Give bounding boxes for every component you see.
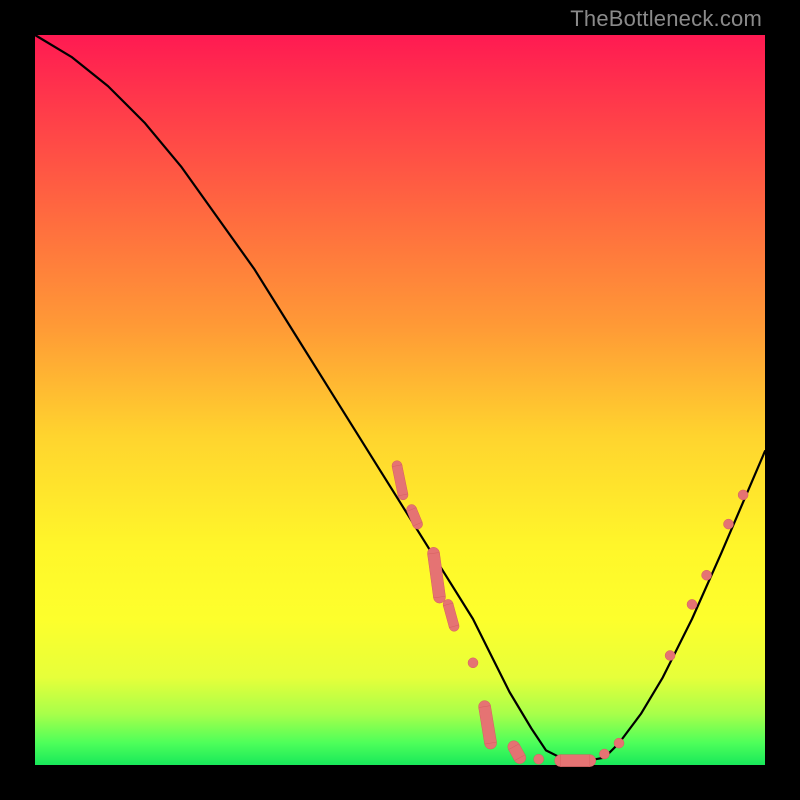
marker-dot — [599, 749, 609, 759]
marker-pill — [407, 508, 422, 526]
marker-pill — [479, 706, 497, 744]
marker-dot — [534, 754, 544, 764]
marker-dot — [702, 570, 712, 580]
marker-dot — [468, 658, 478, 668]
marker-pill — [561, 755, 590, 767]
marker-pill — [428, 552, 446, 597]
marker-dot — [614, 738, 624, 748]
marker-pill — [443, 603, 459, 628]
chart-overlay — [35, 35, 765, 765]
marker-pill — [392, 465, 408, 496]
bottleneck-curve — [35, 35, 765, 761]
marker-dot — [687, 599, 697, 609]
marker-dot — [665, 651, 675, 661]
marker-dot — [738, 490, 748, 500]
watermark-text: TheBottleneck.com — [570, 6, 762, 32]
marker-dot — [724, 519, 734, 529]
